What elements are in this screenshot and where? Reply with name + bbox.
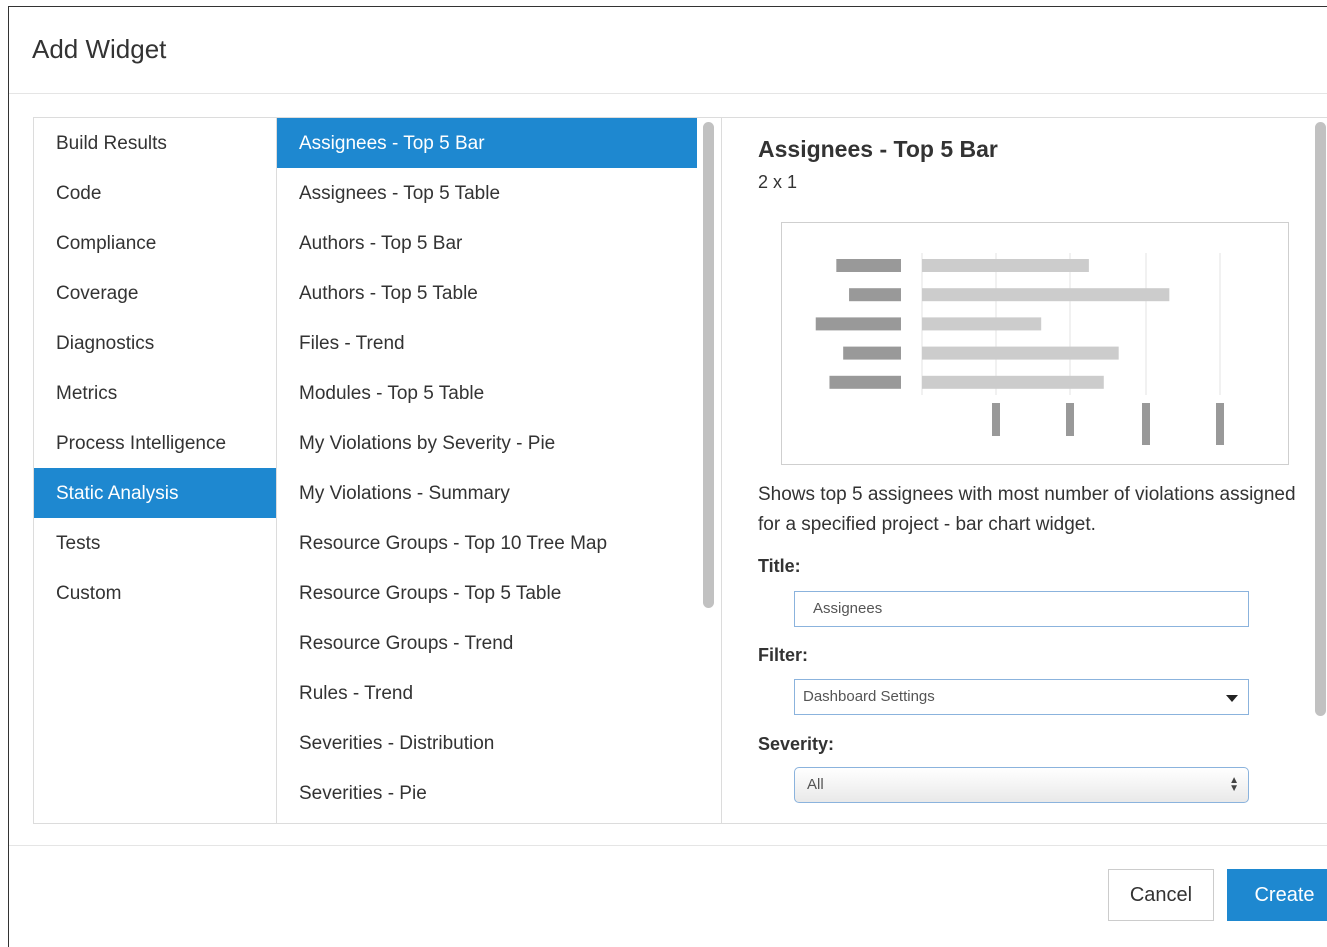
- category-item[interactable]: Metrics: [34, 368, 276, 418]
- widget-detail: Assignees - Top 5 Bar 2 x 1 Shows top 5 …: [722, 118, 1326, 823]
- category-item[interactable]: Tests: [34, 518, 276, 568]
- category-item[interactable]: Static Analysis: [34, 468, 276, 518]
- widget-item[interactable]: Resource Groups - Top 10 Tree Map: [277, 518, 697, 568]
- severity-select[interactable]: All ▲ ▼: [794, 767, 1249, 803]
- preview-label-bar: [836, 259, 901, 272]
- widget-item[interactable]: Severities - Pie: [277, 768, 697, 818]
- preview-label-bar: [849, 288, 901, 302]
- dialog-title: Add Widget: [32, 34, 167, 64]
- filter-select-value: Dashboard Settings: [803, 688, 935, 705]
- severity-label: Severity:: [758, 734, 835, 754]
- widget-item[interactable]: Rules - Trend: [277, 668, 697, 718]
- category-item[interactable]: Build Results: [34, 118, 276, 168]
- widget-item[interactable]: Assignees - Top 5 Bar: [277, 118, 697, 168]
- category-item[interactable]: Code: [34, 168, 276, 218]
- widget-detail-size: 2 x 1: [758, 172, 798, 192]
- footer-divider: [9, 845, 1327, 846]
- header-divider: [9, 93, 1327, 94]
- widget-item[interactable]: My Violations - Summary: [277, 468, 697, 518]
- widget-item[interactable]: Severities - Distribution: [277, 718, 697, 768]
- widget-item[interactable]: Authors - Top 5 Bar: [277, 218, 697, 268]
- create-button[interactable]: Create: [1227, 869, 1327, 921]
- widget-item[interactable]: Modules - Top 5 Table: [277, 368, 697, 418]
- preview-axis-tick: [1066, 403, 1074, 436]
- add-widget-dialog: Add Widget Build Results Code Compliance Co…: [8, 6, 1327, 947]
- preview-axis-tick: [992, 403, 1000, 436]
- filter-select[interactable]: Dashboard Settings: [794, 679, 1249, 715]
- widget-item[interactable]: Resource Groups - Top 5 Table: [277, 568, 697, 618]
- up-down-arrows-icon: ▲ ▼: [1229, 775, 1239, 794]
- preview-label-bar: [815, 317, 901, 331]
- widget-item[interactable]: My Violations by Severity - Pie: [277, 418, 697, 468]
- widget-item[interactable]: Resource Groups - Trend: [277, 618, 697, 668]
- preview-axis-tick: [1216, 403, 1224, 445]
- widget-item[interactable]: Authors - Top 5 Table: [277, 268, 697, 318]
- category-item[interactable]: Compliance: [34, 218, 276, 268]
- category-item[interactable]: Custom: [34, 568, 276, 618]
- category-item[interactable]: Coverage: [34, 268, 276, 318]
- title-input[interactable]: Assignees: [794, 591, 1249, 627]
- severity-select-value: All: [807, 776, 824, 793]
- preview-value-bar: [922, 317, 1042, 331]
- category-list: Build Results Code Compliance Coverage Diagn…: [34, 118, 277, 823]
- preview-value-bar: [922, 375, 1104, 389]
- preview-value-bar: [922, 259, 1089, 272]
- bar-chart-preview-graphic: [815, 253, 1224, 445]
- widget-list-scroll-thumb[interactable]: [703, 122, 714, 608]
- title-input-value: Assignees: [813, 600, 883, 617]
- widget-item[interactable]: Assignees - Top 5 Table: [277, 168, 697, 218]
- category-item[interactable]: Diagnostics: [34, 318, 276, 368]
- widget-preview-image: [781, 222, 1289, 465]
- widget-list: Assignees - Top 5 Bar Assignees - Top 5 T…: [277, 118, 697, 823]
- preview-value-bar: [922, 288, 1170, 302]
- caret-down-icon: [1226, 695, 1238, 702]
- widget-item[interactable]: Files - Trend: [277, 318, 697, 368]
- widget-picker-panel: Build Results Code Compliance Coverage Diagn…: [33, 117, 1327, 824]
- cancel-button[interactable]: Cancel: [1108, 869, 1214, 921]
- filter-label: Filter:: [758, 645, 809, 665]
- widget-description: Shows top 5 assignees with most number o…: [758, 484, 1296, 535]
- preview-label-bar: [843, 346, 901, 360]
- title-label: Title:: [758, 556, 801, 576]
- widget-list-scrollbar[interactable]: [697, 118, 722, 823]
- widget-detail-title: Assignees - Top 5 Bar: [758, 136, 998, 162]
- detail-scrollbar[interactable]: [1306, 118, 1327, 823]
- preview-value-bar: [922, 346, 1119, 360]
- preview-axis-tick: [1142, 403, 1150, 445]
- category-item[interactable]: Process Intelligence: [34, 418, 276, 468]
- detail-scroll-thumb[interactable]: [1315, 122, 1326, 716]
- preview-label-bar: [829, 375, 901, 389]
